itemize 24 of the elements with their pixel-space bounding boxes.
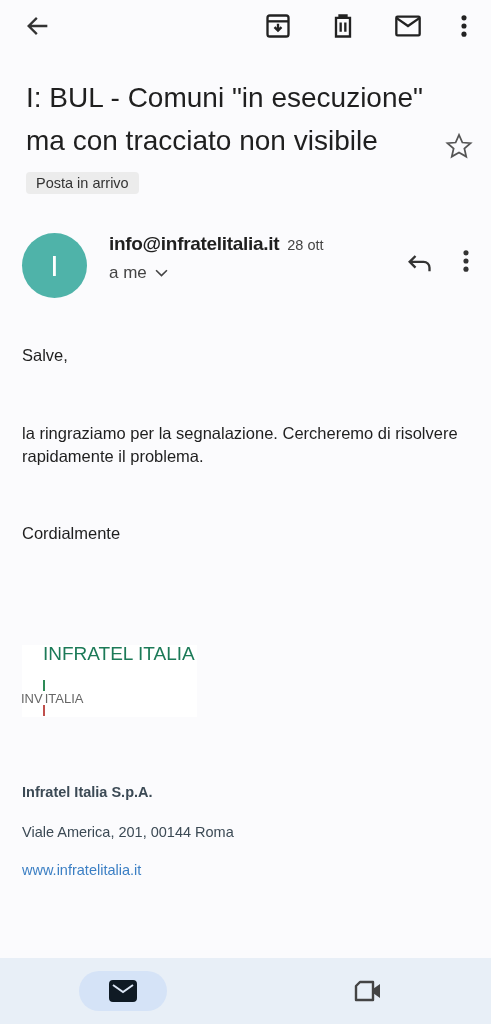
chevron-down-icon[interactable] bbox=[154, 268, 168, 278]
sender-avatar: I bbox=[22, 233, 87, 298]
star-icon[interactable] bbox=[445, 132, 473, 160]
tricolor-bar-icon bbox=[42, 680, 45, 716]
company-address: Viale America, 201, 00144 Roma bbox=[22, 824, 235, 840]
logo-subtitle: INV bbox=[21, 690, 43, 706]
inbox-label[interactable]: Posta in arrivo bbox=[26, 171, 139, 194]
video-camera-icon bbox=[354, 980, 383, 1002]
more-icon[interactable] bbox=[459, 12, 469, 40]
body-paragraph: la ringraziamo per la segnalazione. Cercheremo di risolvere rapidamente il problema. bbox=[22, 423, 459, 467]
mail-icon bbox=[108, 980, 137, 1002]
website-link[interactable]: www.infratelitalia.it bbox=[22, 862, 469, 878]
sender-address: info@infratelitalia.it bbox=[109, 233, 280, 255]
more-icon[interactable] bbox=[461, 247, 471, 275]
company-name: Infratel Italia S.p.A. bbox=[22, 784, 154, 800]
body-paragraph: Salve, bbox=[22, 345, 69, 366]
recipient-text[interactable]: a me bbox=[109, 263, 147, 283]
logo-subtitle: ITALIA bbox=[44, 690, 84, 706]
body-paragraph: Cordialmente bbox=[22, 523, 122, 544]
email-date: 28 ott bbox=[287, 237, 324, 253]
email-subject: I: BUL - Comuni "in esecuzione" ma con tracciato non visibile Posta in arrivo bbox=[26, 76, 445, 205]
archive-icon[interactable] bbox=[264, 12, 292, 40]
logo-title: INFRATEL ITALIA bbox=[43, 643, 195, 665]
mail-tab[interactable] bbox=[78, 971, 167, 1011]
